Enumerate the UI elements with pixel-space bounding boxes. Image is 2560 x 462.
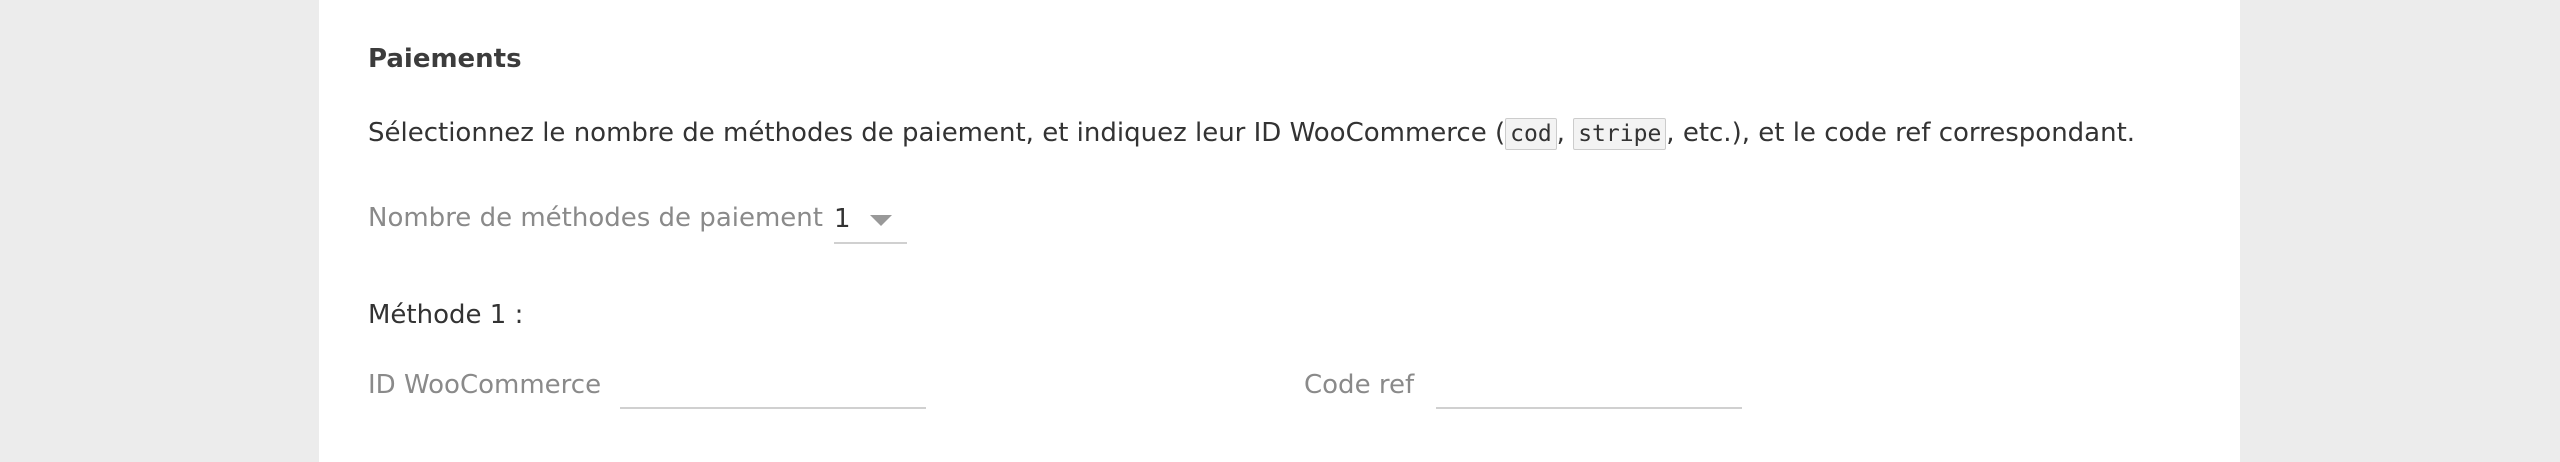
description-text-start: Sélectionnez le nombre de méthodes de pa… xyxy=(368,118,1506,148)
payment-count-label: Nombre de méthodes de paiement xyxy=(368,203,823,233)
payment-count-select[interactable]: 1 xyxy=(834,202,907,244)
section-title: Paiements xyxy=(368,44,522,74)
woocommerce-id-label: ID WooCommerce xyxy=(368,370,602,400)
description-text-end: , etc.), et le code ref correspondant. xyxy=(1666,118,2136,148)
method-1-title: Méthode 1 : xyxy=(368,300,524,330)
code-stripe: stripe xyxy=(1573,118,1667,150)
code-cod: cod xyxy=(1505,118,1557,150)
payment-count-value: 1 xyxy=(834,204,851,234)
payment-description: Sélectionnez le nombre de méthodes de pa… xyxy=(368,114,2135,152)
woocommerce-id-input[interactable] xyxy=(620,369,926,409)
code-ref-input[interactable] xyxy=(1436,369,1742,409)
description-text-separator: , xyxy=(1556,118,1574,148)
code-ref-label: Code ref xyxy=(1304,370,1415,400)
chevron-down-icon xyxy=(870,215,892,226)
